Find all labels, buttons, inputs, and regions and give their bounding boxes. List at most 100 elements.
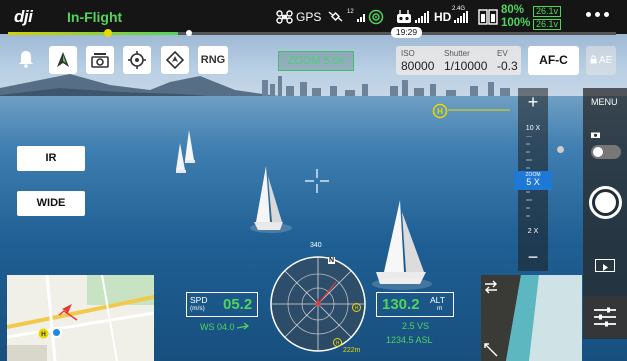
sliders-icon bbox=[594, 307, 616, 327]
signal-bars-icon bbox=[454, 11, 469, 23]
zoom-tick-bottom: 2 X bbox=[527, 228, 539, 235]
ae-lock-button[interactable]: AE bbox=[586, 46, 616, 75]
alt-unit: m bbox=[437, 305, 443, 312]
zoom-indicator: ZOOM 5.0x bbox=[278, 51, 354, 71]
heading-value: 340 bbox=[310, 242, 322, 249]
exposure-slider-knob[interactable] bbox=[557, 146, 564, 153]
gps-label: GPS bbox=[296, 10, 322, 24]
ws-label: WS 04.0 bbox=[200, 322, 235, 332]
gps-status[interactable]: GPS bbox=[276, 10, 321, 24]
camera-mode-icon bbox=[91, 53, 109, 68]
wake bbox=[250, 223, 292, 233]
ae-lock-label: AE bbox=[598, 55, 613, 66]
secondary-view[interactable] bbox=[481, 275, 582, 361]
map-roads bbox=[7, 275, 154, 361]
spd-label: SPD bbox=[190, 295, 208, 305]
photo-mode-icon bbox=[591, 132, 600, 138]
mini-map[interactable]: H bbox=[7, 275, 154, 361]
flight-progress-fill bbox=[8, 32, 179, 35]
alt-label: ALT bbox=[430, 295, 445, 305]
iso-value: 80000 bbox=[401, 59, 435, 73]
flight-mode-icon bbox=[57, 52, 69, 67]
flight-progress-bar bbox=[8, 29, 616, 37]
photo-video-toggle[interactable] bbox=[591, 145, 621, 159]
menu-button[interactable]: MENU bbox=[591, 97, 618, 107]
shutter-value: 1/10000 bbox=[444, 59, 488, 73]
battery-aircraft-volt: 26.1v bbox=[533, 6, 562, 17]
top-status-bar: dji In-Flight GPS 12 HD 2.4G 80% 100% 26… bbox=[0, 0, 627, 38]
zoom-level-indicator: ZOOM 5 X bbox=[514, 171, 552, 190]
wake bbox=[372, 278, 432, 290]
drone-icon bbox=[276, 10, 293, 24]
rc-signal-status[interactable] bbox=[396, 10, 429, 24]
shutter-label: Shutter bbox=[444, 49, 470, 58]
playback-button[interactable] bbox=[595, 259, 615, 272]
zoom-out-button[interactable]: − bbox=[518, 247, 548, 268]
vs-label: 2.5 VS bbox=[402, 321, 430, 331]
hd-label: HD bbox=[434, 10, 452, 24]
ev-label: EV bbox=[497, 49, 508, 58]
svg-text:H: H bbox=[41, 331, 46, 338]
target-button[interactable] bbox=[123, 46, 151, 74]
hd-link-status[interactable]: HD 2.4G bbox=[434, 6, 469, 24]
aircraft-arrow-icon bbox=[62, 304, 72, 315]
play-icon bbox=[603, 264, 608, 271]
distance-label: 222m bbox=[343, 347, 361, 354]
home-marker-icon bbox=[104, 29, 112, 37]
battery-icon[interactable] bbox=[478, 9, 498, 25]
zoom-slider[interactable]: + 10 X ZOOM 5 X 2 X − bbox=[514, 88, 552, 271]
satellite-icon bbox=[328, 11, 343, 22]
ir-mode-button[interactable]: IR bbox=[17, 146, 85, 171]
home-point-icon: H bbox=[352, 303, 361, 312]
satellite-status[interactable]: 12 bbox=[328, 9, 367, 24]
camera-settings-button[interactable] bbox=[583, 296, 627, 338]
flight-mode-button[interactable] bbox=[49, 46, 77, 74]
rc-signal-label: 2.4G bbox=[452, 6, 466, 12]
progress-dot bbox=[186, 30, 192, 36]
wind-arrow-icon bbox=[236, 322, 249, 330]
asl-label: 1234.5 ASL bbox=[386, 335, 433, 345]
waypoint-icon bbox=[166, 51, 184, 69]
heading-north: N bbox=[328, 257, 336, 264]
waypoint-button[interactable] bbox=[161, 46, 189, 74]
focus-mode-button[interactable]: AF-C bbox=[528, 46, 579, 75]
shutter-button[interactable] bbox=[589, 186, 622, 219]
swap-view-icon[interactable] bbox=[484, 280, 498, 294]
expand-view-icon[interactable] bbox=[484, 343, 498, 357]
svg-text:H: H bbox=[355, 306, 359, 312]
home-point-icon: H bbox=[333, 338, 342, 347]
svg-text:H: H bbox=[336, 341, 340, 347]
camera-mode-button[interactable] bbox=[86, 46, 114, 74]
vision-system-icon[interactable] bbox=[368, 9, 384, 25]
rng-button[interactable]: RNG bbox=[198, 46, 228, 74]
battery-percent: 80% 100% bbox=[501, 4, 530, 30]
iso-label: ISO bbox=[401, 49, 415, 58]
signal-bars-icon bbox=[356, 14, 365, 22]
dji-logo: dji bbox=[14, 7, 33, 26]
target-icon bbox=[128, 51, 146, 69]
spd-unit: (m/s) bbox=[190, 305, 205, 312]
gps-signal-count: 12 bbox=[347, 9, 354, 15]
battery-rc-volt: 26.1v bbox=[533, 19, 562, 30]
flight-time: 19:29 bbox=[391, 27, 422, 38]
home-point-icon: H bbox=[38, 328, 49, 339]
wide-mode-button[interactable]: WIDE bbox=[17, 191, 85, 216]
battery-rc-pct: 100% bbox=[501, 17, 531, 29]
exposure-panel[interactable]: ISO 80000 Shutter 1/10000 EV -0.3 bbox=[396, 46, 521, 75]
zoom-tick-top: 10 X bbox=[525, 125, 541, 132]
battery-aircraft-pct: 80% bbox=[501, 4, 525, 16]
flight-status[interactable]: In-Flight bbox=[67, 9, 122, 25]
spd-value: 05.2 bbox=[223, 296, 253, 313]
zoom-in-button[interactable]: + bbox=[518, 92, 548, 113]
remote-controller-icon bbox=[397, 10, 411, 23]
user-location-dot bbox=[51, 327, 62, 338]
crosshair-icon bbox=[305, 169, 329, 193]
lock-icon bbox=[590, 55, 597, 64]
ev-value: -0.3 bbox=[497, 59, 518, 73]
more-icon[interactable] bbox=[586, 12, 609, 17]
zoom-value: 5 X bbox=[526, 177, 540, 187]
alt-value: 130.2 bbox=[382, 296, 420, 313]
signal-bars-icon bbox=[415, 11, 429, 23]
bell-icon[interactable] bbox=[18, 50, 34, 68]
horizon-line bbox=[448, 109, 510, 111]
